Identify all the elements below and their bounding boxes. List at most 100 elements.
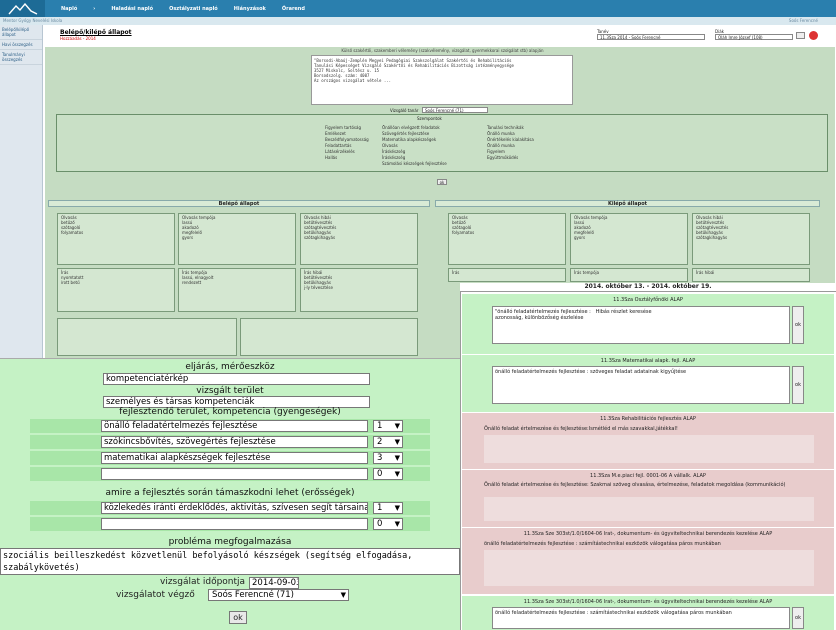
box-option[interactable]: j-ly tévesztése <box>304 285 414 290</box>
info-label: Külső szakértői, szakemberi vélemény (sz… <box>341 48 544 53</box>
exit-box-iras-tempo: Írás tempója <box>570 268 688 282</box>
state-box-hibak: Olvasás hibái betűtévesztés szótagtévesz… <box>300 213 418 265</box>
box-title: Írás tempója <box>574 270 600 275</box>
exit-box-hibak: Olvasás hibái betűtévesztés szótagtévesz… <box>692 213 810 265</box>
erosseg-input-2[interactable] <box>101 518 368 530</box>
gyengeseg-priority-4[interactable]: 0 <box>373 468 403 480</box>
state-box-iras-hibak: Írás hibái betűtévesztés betűkihagyás j-… <box>300 268 418 312</box>
box-option[interactable]: folyamatos <box>61 230 171 235</box>
card-title: 11.3Sza M.e.piaci fejl. 0001-06 A vállal… <box>590 473 706 479</box>
problema-textarea[interactable]: szociális beilleszkedést közvetlenül bef… <box>0 548 460 575</box>
sidebar-item-tanulmanyi[interactable]: Tanulmányi összegzés <box>0 50 42 65</box>
form-title-erossegek: amire a fejlesztés során támaszkodni leh… <box>105 488 355 498</box>
sub-header: Mentor Gyógy Nevelési Iskola Soós Ferenc… <box>0 17 836 25</box>
tanev-select[interactable]: 11.3Sza 2014 - Soós Ferencné <box>597 34 705 40</box>
vizsgalo-label: Vizsgáló tanár <box>390 108 419 113</box>
gyengeseg-priority-2[interactable]: 2 <box>373 436 403 448</box>
box-option[interactable]: szótagkihagyás <box>304 235 414 240</box>
box-option[interactable]: szótagkihagyás <box>696 235 806 240</box>
eval-item[interactable]: Számolási készségek fejlesztése <box>382 161 447 167</box>
left-sidebar: Belépő/kilépő állapot Havi összegzés Tan… <box>0 25 43 365</box>
nav-orarend[interactable]: Órarend <box>282 6 305 12</box>
assessment-form: eljárás, mérőeszköz kompetenciatérkép vi… <box>0 358 460 630</box>
plan-card-matematika: 11.3Sza Matematikai alapk. fejl. ALAP ön… <box>462 355 834 412</box>
card-textarea[interactable]: "önálló feladatértelmezés fejlesztése : … <box>492 306 790 344</box>
eval-item[interactable]: Együttműködés <box>487 155 534 161</box>
erosseg-priority-2[interactable]: 0 <box>373 518 403 530</box>
card-ok-button[interactable]: ok <box>792 366 804 404</box>
datum-input[interactable]: 2014-09-03 <box>249 577 299 589</box>
eljaras-input[interactable]: kompetenciatérkép <box>103 373 370 385</box>
eval-item[interactable]: Hallás <box>325 155 369 161</box>
gyengeseg-priority-1[interactable]: 1 <box>373 420 403 432</box>
state-box-iras: Írás nyomtatott írott betű <box>57 268 175 312</box>
state-box-olvasas: Olvasás betűző szótagoló folyamatos <box>57 213 175 265</box>
info-textarea[interactable]: "Borsodi-Abaúj-Zemplén Megyei Pedagógiai… <box>311 55 573 105</box>
vegzo-select[interactable]: Soós Ferencné (71) <box>208 589 349 601</box>
entry-state-title: Belépő állapot <box>48 200 430 207</box>
logged-in-user[interactable]: Soós Ferencné <box>789 17 818 25</box>
box-option[interactable]: gyors <box>182 235 292 240</box>
card-body <box>484 497 814 521</box>
nav-naplo[interactable]: Napló <box>61 6 77 12</box>
nav-hianyzasok[interactable]: Hiányzások <box>234 6 266 12</box>
form-title-eljaras: eljárás, mérőeszköz <box>185 362 275 372</box>
week-range-header: 2014. október 13. - 2014. október 19. <box>460 283 836 292</box>
card-title: 11.3Sza Matematikai alapk. fejl. ALAP <box>600 358 696 364</box>
erosseg-priority-1[interactable]: 1 <box>373 502 403 514</box>
eval-col-2: Önállóan elvégzett feladatok Szövegértés… <box>382 125 447 167</box>
diak-select[interactable]: Oláh Imre József (108) <box>715 34 793 40</box>
form-title-problema: probléma megfogalmazása <box>168 537 292 547</box>
plan-card-rehabilitacios: 11.3Sza Rehabilitációs fejlesztés ALAP Ö… <box>462 413 834 469</box>
exit-box-iras-hibak: Írás hibái <box>692 268 810 282</box>
form-title-terulet: vizsgált terület <box>196 386 264 396</box>
card-textarea[interactable]: önálló feladatértelmezés fejlesztése : s… <box>492 366 790 404</box>
card-ok-button[interactable]: ok <box>792 306 804 344</box>
card-text: Önálló feladat értelmezése és fejlesztés… <box>484 426 678 432</box>
datum-label: vizsgálat időpontja <box>160 577 246 587</box>
box-option[interactable]: folyamatos <box>452 230 562 235</box>
form-ok-button[interactable]: ok <box>229 611 247 624</box>
sidebar-item-havi[interactable]: Havi összegzés <box>0 40 42 50</box>
eval-criteria-box: Szempontok Figyelem tartóság Emlékezet B… <box>56 114 828 172</box>
card-title: 11.3Sza Osztályfőnöki ALAP <box>613 297 683 303</box>
vizsgalo-select[interactable]: Soós Ferencné (71) <box>422 107 488 113</box>
card-body <box>484 435 814 463</box>
box-option[interactable]: rendezett <box>182 280 292 285</box>
nav-haladasi[interactable]: Haladási napló <box>111 6 153 12</box>
nav-osztalyzati[interactable]: Osztályzati napló <box>169 6 218 12</box>
print-icon[interactable] <box>796 32 805 39</box>
form-title-fejlesztendo: fejlesztendő terület, kompetencia (gyeng… <box>119 407 341 417</box>
state-box-extra-1 <box>57 318 237 356</box>
eval-col-3: Tanulási technikák Önálló munka Önértéke… <box>487 125 534 161</box>
card-text: önálló feladatértelmezés fejlesztése : s… <box>484 541 721 547</box>
eval-col-1: Figyelem tartóság Emlékezet Beszédfolyam… <box>325 125 369 161</box>
exit-box-iras: Írás <box>448 268 566 282</box>
box-option[interactable]: írott betű <box>61 280 171 285</box>
card-text: Önálló feladat értelmezése és fejlesztés… <box>484 482 786 488</box>
context-selectors: Tanév 11.3Sza 2014 - Soós Ferencné Diák … <box>597 29 822 43</box>
logout-icon[interactable] <box>809 31 818 40</box>
box-title: Írás <box>452 270 460 275</box>
state-box-iras-tempo: Írás tempója lassú, elnagyolt rendezett <box>178 268 296 312</box>
state-box-tempo: Olvasás tempója lassú akadozó megfelelő … <box>178 213 296 265</box>
app-logo[interactable] <box>0 0 45 17</box>
erosseg-input-1[interactable]: közlekedés iránti érdeklődés, aktivitás,… <box>101 502 368 514</box>
top-navbar: Napló › Haladási napló Osztályzati napló… <box>0 0 836 17</box>
gyengeseg-input-2[interactable]: szókincsbővítés, szövegértés fejlesztése <box>101 436 368 448</box>
exit-state-title: Kilépő állapot <box>435 200 820 207</box>
card-title: 11.3Sza Rehabilitációs fejlesztés ALAP <box>600 416 696 422</box>
sidebar-item-belepo[interactable]: Belépő/kilépő állapot <box>0 25 42 40</box>
exit-box-olvasas: Olvasás betűző szótagoló folyamatos <box>448 213 566 265</box>
gyengeseg-input-4[interactable] <box>101 468 368 480</box>
gyengeseg-input-3[interactable]: matematikai alapkészségek fejlesztése <box>101 452 368 464</box>
card-ok-button[interactable]: ok <box>792 607 804 629</box>
exit-box-tempo: Olvasás tempója lassú akadozó megfelelő … <box>570 213 688 265</box>
page-title: Belépő/kilépő állapot <box>60 29 132 36</box>
card-textarea[interactable]: önálló feladatértelmezés fejlesztése : s… <box>492 607 790 629</box>
box-option[interactable]: gyors <box>574 235 684 240</box>
gyengeseg-input-1[interactable]: önálló feladatértelmezés fejlesztése <box>101 420 368 432</box>
card-title: 11.3Sza Sze 303st/1.0/1604-06 Irat-, dok… <box>523 531 773 537</box>
gyengeseg-priority-3[interactable]: 3 <box>373 452 403 464</box>
info-ok-button[interactable]: ok <box>437 179 447 185</box>
